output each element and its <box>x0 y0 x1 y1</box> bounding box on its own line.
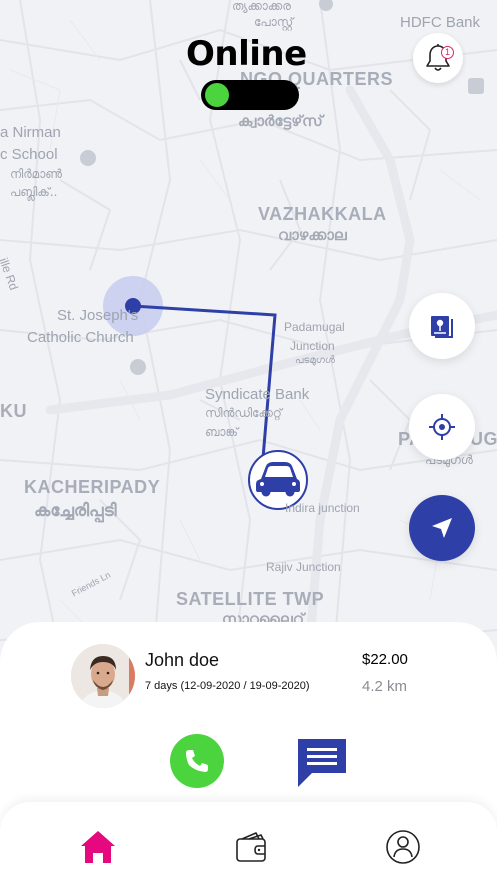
map-label: വാഴക്കാല <box>278 226 347 244</box>
trip-price: $22.00 <box>362 651 408 668</box>
map-layers-icon <box>431 316 453 338</box>
tab-wallet[interactable] <box>232 827 272 867</box>
notification-badge: 1 <box>441 46 454 59</box>
map-label: Syndicate Bank <box>205 386 310 403</box>
crosshair-icon <box>429 414 455 440</box>
call-button[interactable] <box>170 734 224 788</box>
navigation-arrow-icon <box>432 518 452 538</box>
map-label: പോസ്റ്റ് <box>254 15 294 29</box>
avatar[interactable] <box>71 644 135 708</box>
chat-icon <box>298 739 346 787</box>
map-label: SATELLITE TWP <box>176 589 325 609</box>
rental-dates: 7 days (12-09-2020 / 19-09-2020) <box>145 680 310 692</box>
map-label: Indira junction <box>285 501 360 515</box>
notifications-button[interactable]: 1 <box>413 33 463 83</box>
home-icon <box>81 831 115 863</box>
map-layers-button[interactable] <box>409 293 475 359</box>
map-label: ത്യക്കാക്കര <box>232 0 291 13</box>
map-label: പബ്ലിക്.. <box>10 185 58 199</box>
map-label: ബാങ്ക് <box>205 425 239 439</box>
driver-photo <box>71 644 135 708</box>
map-label: St. Joseph's <box>57 307 139 324</box>
locate-me-button[interactable] <box>409 394 475 460</box>
online-status-title: Online <box>186 34 307 74</box>
map-label: Junction <box>290 339 335 353</box>
map-label: VAZHAKKALA <box>258 204 387 224</box>
map-label: KACHERIPADY <box>24 477 161 497</box>
phone-icon <box>186 750 208 772</box>
navigate-button[interactable] <box>409 495 475 561</box>
profile-icon <box>386 830 420 864</box>
map-label: HDFC Bank <box>400 14 481 31</box>
map-label: ക്വാർട്ടേഴ്‌സ് <box>238 112 323 130</box>
wallet-icon <box>236 832 266 862</box>
trip-distance: 4.2 km <box>362 678 408 695</box>
map-label: പടമുഗൾ <box>295 355 335 366</box>
map-label: KU <box>0 401 27 421</box>
tab-home[interactable] <box>78 827 118 867</box>
map-label: c School <box>0 146 58 163</box>
map-label: കച്ചേരിപ്പടി <box>34 501 117 521</box>
driver-name: John doe <box>145 650 220 670</box>
toggle-knob <box>205 83 229 107</box>
map-label: Padamugal <box>284 320 345 334</box>
online-toggle[interactable] <box>201 80 299 110</box>
map-label: നിർമാൺ <box>10 167 63 181</box>
tab-profile[interactable] <box>383 827 423 867</box>
map-label: Rajiv Junction <box>266 560 341 574</box>
map-label: a Nirman <box>0 124 61 141</box>
message-button[interactable] <box>296 737 348 789</box>
map-label: സിൻഡിക്കേറ്റ് <box>205 406 282 420</box>
map-label: Catholic Church <box>27 329 134 346</box>
